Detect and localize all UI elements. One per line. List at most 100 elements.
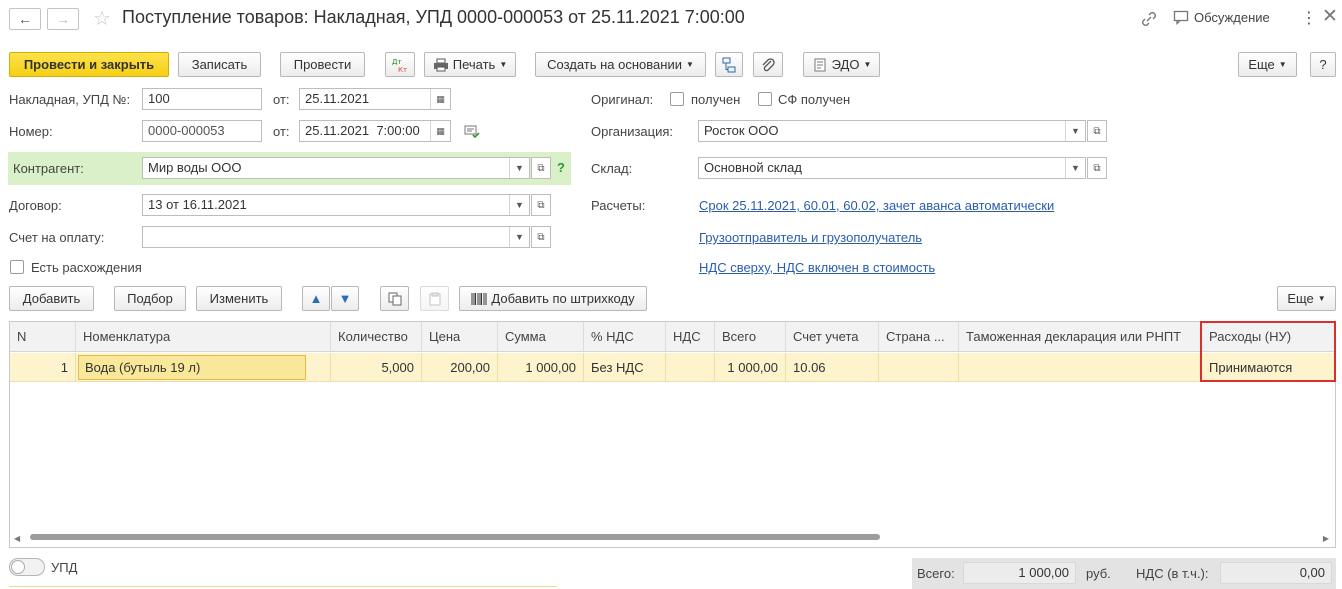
table-more-button[interactable]: Еще ▼	[1277, 286, 1336, 311]
create-based-on-button[interactable]: Создать на основании ▼	[535, 52, 706, 77]
edit-button[interactable]: Изменить	[196, 286, 282, 311]
payment-invoice-field[interactable]: ▼	[142, 226, 530, 248]
discrepancy-checkbox[interactable]	[10, 260, 24, 274]
paste-icon	[429, 292, 440, 305]
scroll-right-icon[interactable]: ▶	[1323, 534, 1329, 543]
original-received-checkbox[interactable]	[670, 92, 684, 106]
row-vat-rate[interactable]: Без НДС	[584, 353, 666, 382]
column-quantity[interactable]: Количество	[331, 322, 422, 352]
contract-label: Договор:	[9, 198, 62, 213]
add-by-barcode-button[interactable]: Добавить по штрихкоду	[459, 286, 647, 311]
column-sum[interactable]: Сумма	[498, 322, 584, 352]
close-icon[interactable]: ✕	[1322, 5, 1338, 28]
arrow-left-icon: ←	[18, 11, 32, 27]
horizontal-scrollbar[interactable]	[24, 534, 1324, 540]
vat-settings-link[interactable]: НДС сверху, НДС включен в стоимость	[699, 260, 935, 275]
column-price[interactable]: Цена	[422, 322, 498, 352]
move-down-button[interactable]: ▼	[331, 286, 359, 311]
organization-open-button[interactable]: ⧉	[1087, 120, 1107, 142]
paste-button[interactable]	[420, 286, 449, 311]
scroll-left-icon[interactable]: ◀	[14, 534, 20, 543]
move-up-button[interactable]: ▲	[302, 286, 330, 311]
row-nomenclature[interactable]: Вода (бутыль 19 л)	[76, 353, 331, 382]
edo-icon	[814, 58, 826, 71]
warehouse-open-button[interactable]: ⧉	[1087, 157, 1107, 179]
number-field[interactable]: 0000-000053	[142, 120, 262, 142]
column-n[interactable]: N	[10, 322, 76, 352]
counterparty-open-button[interactable]: ⧉	[531, 157, 551, 179]
payment-open-button[interactable]: ⧉	[531, 226, 551, 248]
contract-open-button[interactable]: ⧉	[531, 194, 551, 216]
upd-toggle[interactable]	[9, 558, 45, 576]
row-nomenclature-editor[interactable]: Вода (бутыль 19 л)	[78, 355, 306, 380]
payment-invoice-label: Счет на оплату:	[9, 230, 105, 245]
forward-button[interactable]: →	[47, 8, 79, 30]
column-customs-declaration[interactable]: Таможенная декларация или РНПТ	[959, 322, 1202, 352]
row-vat[interactable]	[666, 353, 715, 382]
number-date-field[interactable]: 25.11.2021 7:00:00 ▦	[299, 120, 451, 142]
row-price[interactable]: 200,00	[422, 353, 498, 382]
invoice-date-field[interactable]: 25.11.2021 ▦	[299, 88, 451, 110]
edo-button[interactable]: ЭДО ▼	[803, 52, 880, 77]
scrollbar-thumb[interactable]	[30, 534, 880, 540]
column-account[interactable]: Счет учета	[786, 322, 879, 352]
total-label: Всего:	[917, 566, 955, 581]
row-account[interactable]: 10.06	[786, 353, 879, 382]
settlements-link[interactable]: Срок 25.11.2021, 60.01, 60.02, зачет ава…	[699, 198, 1054, 213]
expenses-column-highlight	[1200, 321, 1336, 382]
column-country[interactable]: Страна ...	[879, 322, 959, 352]
help-icon[interactable]: ?	[557, 160, 565, 175]
column-nomenclature[interactable]: Номенклатура	[76, 322, 331, 352]
hierarchy-icon	[722, 57, 736, 72]
calendar-icon[interactable]: ▦	[430, 89, 450, 109]
favorite-star-icon[interactable]: ☆	[93, 6, 111, 31]
post-and-close-button[interactable]: Провести и закрыть	[9, 52, 169, 77]
shipper-consignee-link[interactable]: Грузоотправитель и грузополучатель	[699, 230, 922, 245]
dt-kt-button[interactable]: Дт Кт	[385, 52, 415, 77]
pick-button[interactable]: Подбор	[114, 286, 186, 311]
upd-label: УПД	[51, 560, 78, 575]
discussion-label: Обсуждение	[1194, 9, 1270, 25]
more-vertical-icon[interactable]: ⋮	[1301, 8, 1317, 28]
goods-table[interactable]: N Номенклатура Количество Цена Сумма % Н…	[9, 321, 1336, 548]
chevron-down-icon[interactable]: ▼	[1065, 158, 1085, 178]
chevron-down-icon: ▼	[863, 60, 872, 69]
column-vat-rate[interactable]: % НДС	[584, 322, 666, 352]
chevron-down-icon[interactable]: ▼	[509, 227, 529, 247]
chevron-down-icon: ▼	[499, 60, 508, 69]
sf-received-checkbox[interactable]	[758, 92, 772, 106]
chevron-down-icon[interactable]: ▼	[509, 158, 529, 178]
more-button[interactable]: Еще ▼	[1238, 52, 1297, 77]
row-country[interactable]	[879, 353, 959, 382]
row-quantity[interactable]: 5,000	[331, 353, 422, 382]
chevron-down-icon[interactable]: ▼	[1065, 121, 1085, 141]
copy-button[interactable]	[380, 286, 409, 311]
structure-button[interactable]	[715, 52, 743, 77]
row-customs-declaration[interactable]	[959, 353, 1202, 382]
counterparty-field[interactable]: Мир воды ООО ▼	[142, 157, 530, 179]
column-total[interactable]: Всего	[715, 322, 786, 352]
date-status-icon[interactable]	[464, 123, 480, 139]
organization-label: Организация:	[591, 124, 674, 139]
invoice-number-field[interactable]: 100	[142, 88, 262, 110]
table-row[interactable]: 1 Вода (бутыль 19 л) 5,000 200,00 1 000,…	[10, 353, 1335, 382]
discrepancy-label: Есть расхождения	[31, 260, 142, 275]
currency-label: руб.	[1086, 566, 1111, 581]
organization-field[interactable]: Росток ООО ▼	[698, 120, 1086, 142]
help-button[interactable]: ?	[1310, 52, 1336, 77]
contract-field[interactable]: 13 от 16.11.2021 ▼	[142, 194, 530, 216]
attach-button[interactable]	[753, 52, 783, 77]
save-button[interactable]: Записать	[178, 52, 261, 77]
back-button[interactable]: ←	[9, 8, 41, 30]
discussion-button[interactable]: Обсуждение	[1173, 9, 1270, 25]
calendar-icon[interactable]: ▦	[430, 121, 450, 141]
link-icon[interactable]	[1140, 10, 1158, 28]
chevron-down-icon[interactable]: ▼	[509, 195, 529, 215]
add-row-button[interactable]: Добавить	[9, 286, 94, 311]
post-button[interactable]: Провести	[280, 52, 365, 77]
column-vat[interactable]: НДС	[666, 322, 715, 352]
row-total[interactable]: 1 000,00	[715, 353, 786, 382]
print-button[interactable]: Печать ▼	[424, 52, 516, 77]
warehouse-field[interactable]: Основной склад ▼	[698, 157, 1086, 179]
row-sum[interactable]: 1 000,00	[498, 353, 584, 382]
